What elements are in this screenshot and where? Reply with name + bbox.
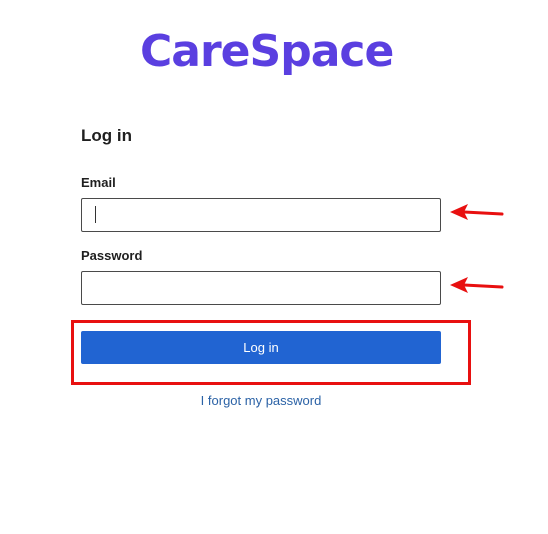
- text-cursor: [95, 206, 96, 223]
- email-label: Email: [81, 175, 116, 190]
- page-title: Log in: [81, 126, 132, 145]
- login-button[interactable]: Log in: [81, 331, 441, 364]
- email-field[interactable]: [81, 198, 441, 232]
- left-arrow-icon: [450, 277, 504, 293]
- password-field[interactable]: [81, 271, 441, 305]
- password-label: Password: [81, 248, 143, 263]
- left-arrow-icon: [450, 204, 504, 220]
- forgot-password-link[interactable]: I forgot my password: [0, 393, 522, 408]
- carespace-logo: CareSpace: [140, 26, 394, 77]
